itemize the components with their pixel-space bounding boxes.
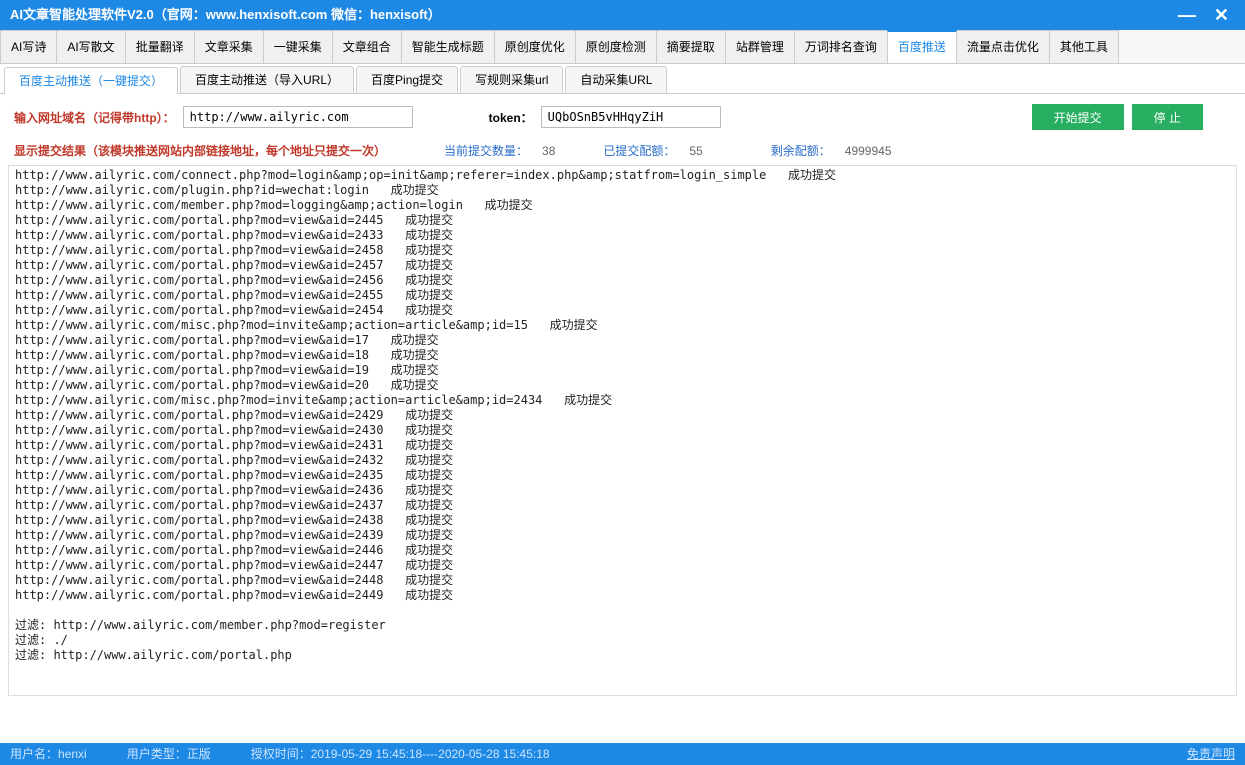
sub-tab-2[interactable]: 百度Ping提交 bbox=[356, 66, 458, 93]
status-row: 显示提交结果（该模块推送网站内部链接地址，每个地址只提交一次） 当前提交数量： … bbox=[0, 138, 1245, 163]
submitted-quota-value: 55 bbox=[689, 144, 702, 158]
token-input[interactable] bbox=[541, 106, 721, 128]
input-row: 输入网址域名（记得带http）： token： 开始提交 停 止 bbox=[0, 94, 1245, 138]
main-tab-13[interactable]: 流量点击优化 bbox=[956, 30, 1050, 63]
submitted-quota-label: 已提交配额： bbox=[603, 142, 675, 159]
main-tab-0[interactable]: AI写诗 bbox=[0, 30, 57, 63]
window-controls: — ✕ bbox=[1178, 6, 1235, 24]
app-title: AI文章智能处理软件V2.0（官网：www.henxisoft.com 微信：h… bbox=[10, 0, 441, 30]
stop-button[interactable]: 停 止 bbox=[1132, 104, 1203, 130]
result-label: 显示提交结果（该模块推送网站内部链接地址，每个地址只提交一次） bbox=[14, 142, 386, 159]
footer-type: 用户类型：正版 bbox=[127, 743, 211, 765]
main-tab-7[interactable]: 原创度优化 bbox=[494, 30, 576, 63]
main-tab-6[interactable]: 智能生成标题 bbox=[401, 30, 495, 63]
sub-tab-1[interactable]: 百度主动推送（导入URL） bbox=[180, 66, 354, 93]
disclaimer-link[interactable]: 免责声明 bbox=[1187, 743, 1235, 765]
main-tab-2[interactable]: 批量翻译 bbox=[125, 30, 195, 63]
remain-quota-label: 剩余配额： bbox=[771, 142, 831, 159]
main-tab-5[interactable]: 文章组合 bbox=[332, 30, 402, 63]
main-tab-11[interactable]: 万词排名查询 bbox=[794, 30, 888, 63]
main-tab-9[interactable]: 摘要提取 bbox=[656, 30, 726, 63]
current-count-value: 38 bbox=[542, 144, 555, 158]
token-label: token： bbox=[489, 109, 533, 126]
sub-tab-0[interactable]: 百度主动推送（一键提交） bbox=[4, 67, 178, 94]
title-bar: AI文章智能处理软件V2.0（官网：www.henxisoft.com 微信：h… bbox=[0, 0, 1245, 30]
remain-quota-value: 4999945 bbox=[845, 144, 892, 158]
status-bar: 用户名：henxi 用户类型：正版 授权时间：2019-05-29 15:45:… bbox=[0, 743, 1245, 765]
sub-tab-4[interactable]: 自动采集URL bbox=[565, 66, 667, 93]
start-button[interactable]: 开始提交 bbox=[1032, 104, 1124, 130]
main-tab-10[interactable]: 站群管理 bbox=[725, 30, 795, 63]
main-tab-3[interactable]: 文章采集 bbox=[194, 30, 264, 63]
main-tab-14[interactable]: 其他工具 bbox=[1049, 30, 1119, 63]
log-output[interactable]: http://www.ailyric.com/connect.php?mod=l… bbox=[9, 166, 1236, 695]
footer-user: 用户名：henxi bbox=[10, 743, 87, 765]
main-tab-8[interactable]: 原创度检测 bbox=[575, 30, 657, 63]
sub-tab-3[interactable]: 写规则采集url bbox=[460, 66, 563, 93]
main-tabs: AI写诗AI写散文批量翻译文章采集一键采集文章组合智能生成标题原创度优化原创度检… bbox=[0, 30, 1245, 64]
sub-tabs: 百度主动推送（一键提交）百度主动推送（导入URL）百度Ping提交写规则采集ur… bbox=[0, 64, 1245, 94]
current-count-label: 当前提交数量： bbox=[444, 142, 528, 159]
main-tab-12[interactable]: 百度推送 bbox=[887, 30, 957, 63]
domain-label: 输入网址域名（记得带http）： bbox=[14, 109, 175, 126]
log-panel: http://www.ailyric.com/connect.php?mod=l… bbox=[8, 165, 1237, 696]
domain-input[interactable] bbox=[183, 106, 413, 128]
main-tab-1[interactable]: AI写散文 bbox=[56, 30, 125, 63]
footer-auth: 授权时间：2019-05-29 15:45:18----2020-05-28 1… bbox=[251, 743, 550, 765]
minimize-icon[interactable]: — bbox=[1178, 6, 1196, 24]
main-tab-4[interactable]: 一键采集 bbox=[263, 30, 333, 63]
close-icon[interactable]: ✕ bbox=[1214, 6, 1229, 24]
